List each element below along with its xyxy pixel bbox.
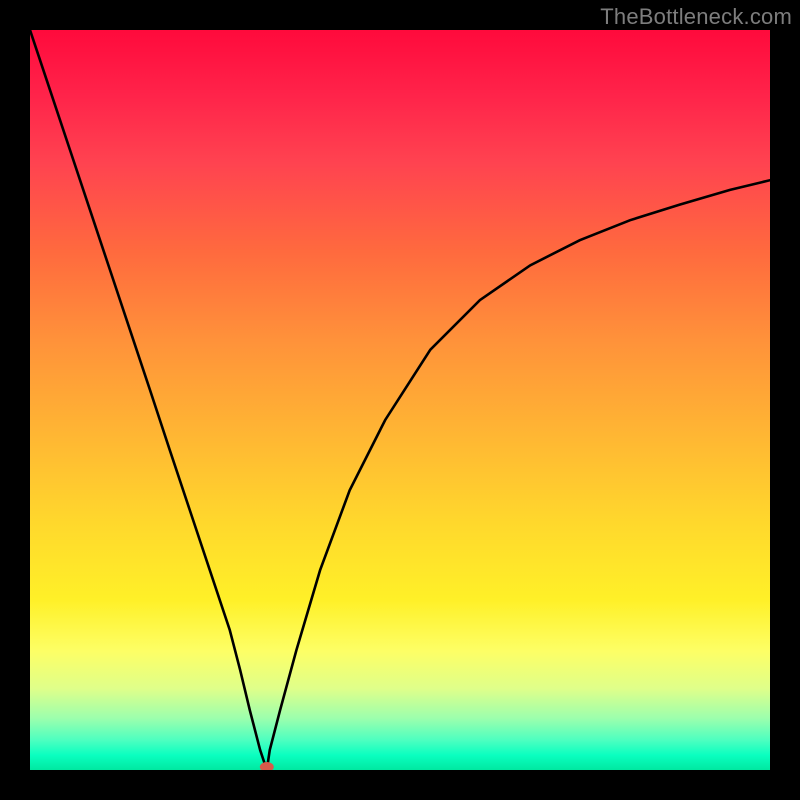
plot-area <box>30 30 770 770</box>
bottleneck-curve <box>30 30 770 770</box>
curve-layer <box>30 30 770 770</box>
watermark-text: TheBottleneck.com <box>600 4 792 30</box>
min-marker <box>260 762 274 770</box>
chart-frame: TheBottleneck.com <box>0 0 800 800</box>
